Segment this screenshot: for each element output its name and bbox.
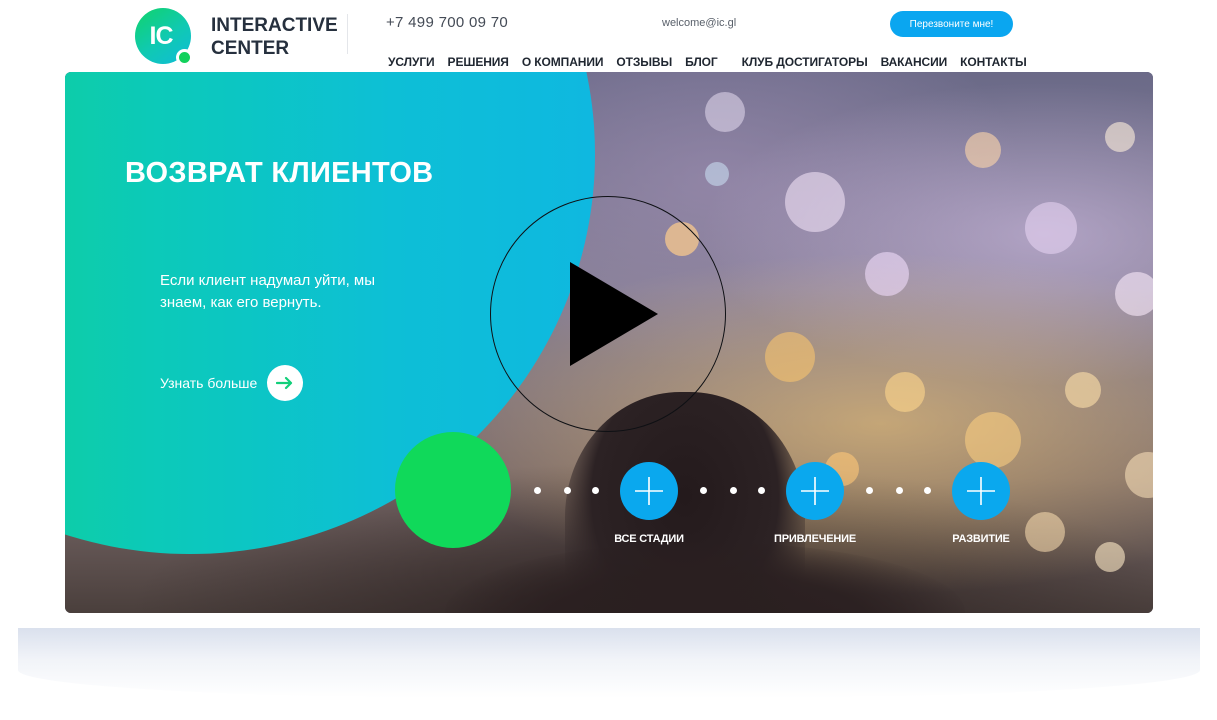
timeline-start-dot: [395, 432, 511, 548]
timeline-dot: [730, 487, 737, 494]
site-header: IC INTERACTIVE CENTER +7 499 700 09 70 w…: [0, 0, 1217, 72]
timeline-dot: [592, 487, 599, 494]
main-nav: Услуги Решения О компании Отзывы Блог Кл…: [388, 55, 1040, 71]
stage-development-label[interactable]: РАЗВИТИЕ: [901, 533, 1061, 545]
person-shoulders: [445, 542, 965, 613]
hero-banner: ВОЗВРАТ КЛИЕНТОВ Если клиент надумал уйт…: [65, 72, 1153, 613]
stage-development-button[interactable]: [952, 462, 1010, 520]
stage-acquisition-label[interactable]: ПРИВЛЕЧЕНИЕ: [735, 533, 895, 545]
timeline-dot: [564, 487, 571, 494]
nav-item-contacts[interactable]: Контакты: [960, 55, 1027, 71]
stage-all-label[interactable]: ВСЕ СТАДИИ: [569, 533, 729, 545]
play-icon: [570, 262, 658, 366]
card-shadow: [18, 628, 1200, 698]
timeline-dot: [924, 487, 931, 494]
logo-wordmark: INTERACTIVE CENTER: [211, 15, 338, 59]
stage-acquisition-button[interactable]: [786, 462, 844, 520]
header-divider: [347, 14, 348, 54]
email-link[interactable]: welcome@ic.gl: [662, 17, 736, 29]
timeline-dot: [896, 487, 903, 494]
plus-icon: [967, 477, 995, 505]
plus-icon: [801, 477, 829, 505]
arrow-right-icon[interactable]: [267, 365, 304, 401]
nav-item-about[interactable]: О компании: [522, 55, 604, 71]
nav-item-reviews[interactable]: Отзывы: [616, 55, 672, 71]
logo-mark-text: IC: [149, 21, 174, 50]
nav-item-vacancies[interactable]: Вакансии: [881, 55, 948, 71]
logo-dot: [176, 49, 193, 66]
nav-item-services[interactable]: Услуги: [388, 55, 435, 71]
nav-item-blog[interactable]: Блог: [685, 55, 718, 71]
timeline-dot: [700, 487, 707, 494]
stage-all-button[interactable]: [620, 462, 678, 520]
phone-number[interactable]: +7 499 700 09 70: [386, 14, 508, 31]
hero-subtitle: Если клиент надумал уйти, мы знаем, как …: [160, 272, 376, 311]
timeline-dot: [534, 487, 541, 494]
play-video-button[interactable]: [490, 196, 726, 432]
plus-icon: [635, 477, 663, 505]
site-logo[interactable]: IC INTERACTIVE CENTER: [135, 8, 345, 68]
nav-item-club[interactable]: Клуб Достигаторы: [742, 55, 868, 71]
timeline-dot: [758, 487, 765, 494]
learn-more-link[interactable]: Узнать больше: [160, 365, 304, 401]
hero-title: ВОЗВРАТ КЛИЕНТОВ: [125, 157, 434, 189]
callback-button[interactable]: Перезвоните мне!: [890, 11, 1013, 37]
nav-item-solutions[interactable]: Решения: [448, 55, 509, 71]
learn-more-label: Узнать больше: [160, 375, 258, 391]
timeline-dot: [866, 487, 873, 494]
